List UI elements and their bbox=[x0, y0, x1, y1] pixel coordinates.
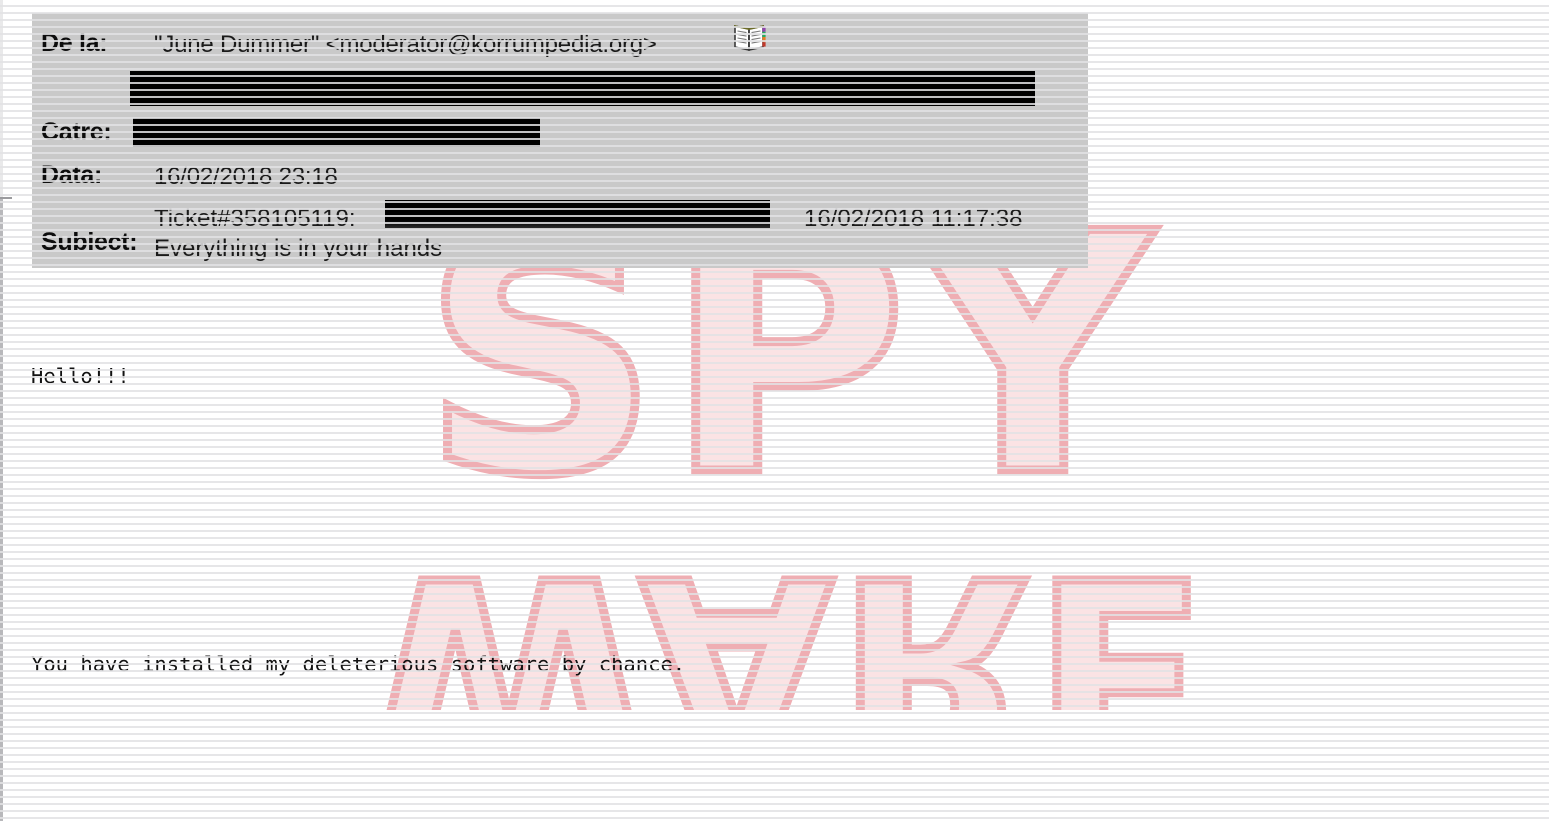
from-label: De la: bbox=[41, 29, 108, 57]
body-line: You have installed my deleterious softwa… bbox=[31, 652, 686, 676]
body-line bbox=[31, 744, 1541, 776]
email-header-panel: De la: "June Dummer" <moderator@korrumpe… bbox=[32, 13, 1088, 268]
body-line bbox=[31, 456, 1541, 488]
body-line: Hello!!! bbox=[31, 364, 130, 388]
page-gutter-rule-dark bbox=[0, 198, 3, 821]
redacted-subject-fragment bbox=[385, 200, 770, 228]
date-value: 16/02/2018 23:18 bbox=[154, 163, 338, 190]
body-line bbox=[31, 552, 1541, 584]
subject-ticket-id: Ticket#358105119: bbox=[154, 205, 356, 232]
email-screenshot: .wmfill { fill: #fbe3e4; } .wmstroke { f… bbox=[0, 0, 1549, 821]
address-book-icon[interactable] bbox=[733, 22, 767, 52]
from-value[interactable]: "June Dummer" <moderator@korrumpedia.org… bbox=[154, 31, 657, 59]
subject-label: Subiect: bbox=[41, 228, 138, 256]
subject-text: Everything is in your hands bbox=[154, 235, 443, 262]
subject-timestamp: 16/02/2018 11:17:38 bbox=[804, 205, 1023, 232]
date-label: Data: bbox=[41, 161, 103, 189]
to-label: Catre: bbox=[41, 118, 112, 146]
redacted-from-secondary bbox=[130, 71, 1035, 106]
page-gutter-tick bbox=[0, 197, 12, 199]
ransom-note-body: Hello!!! You have installed my deleterio… bbox=[31, 296, 1541, 821]
redacted-to-value bbox=[133, 118, 540, 147]
